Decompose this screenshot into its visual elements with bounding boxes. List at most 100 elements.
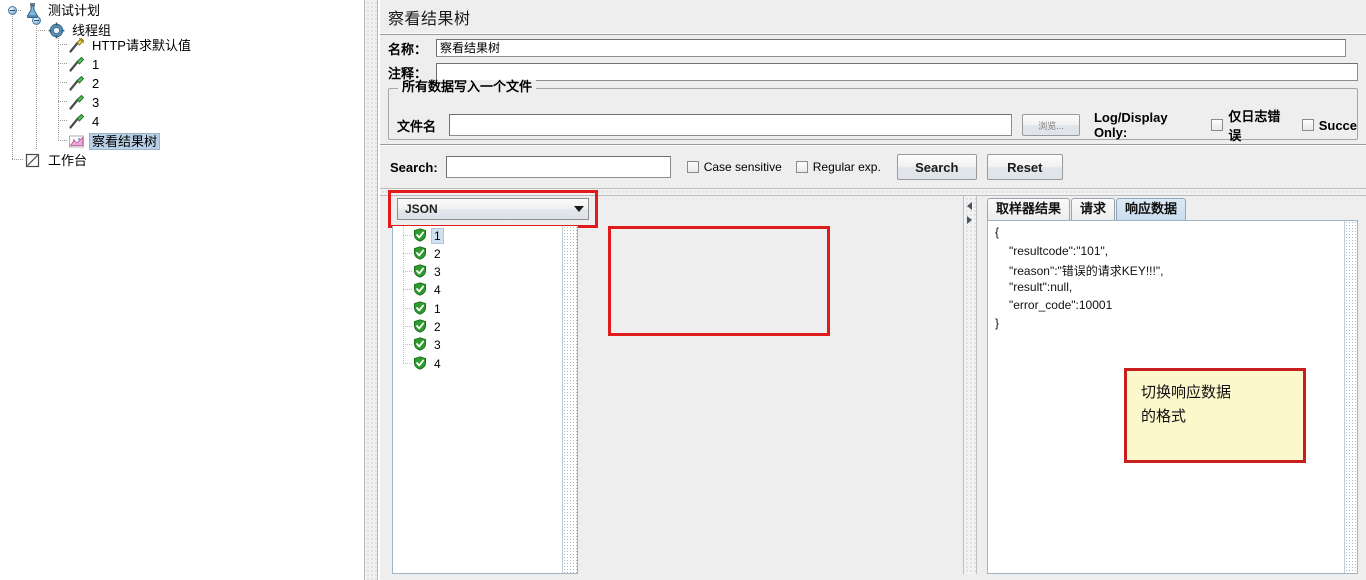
tree-line <box>36 30 46 31</box>
tree-line <box>58 120 68 121</box>
search-row: Search: Case sensitive Regular exp. Sear… <box>390 154 1063 180</box>
jmeter-window: 测试计划 线程组 HTTP请求默认值 1 2 3 4 察看结果树 工作台 察看结… <box>0 0 1366 580</box>
result-item[interactable]: 1 <box>413 300 444 318</box>
success-shield-icon <box>413 227 427 245</box>
tree-line <box>12 159 24 160</box>
result-item-label: 4 <box>434 357 441 371</box>
result-item-label: 2 <box>434 320 441 334</box>
response-scrollbar[interactable] <box>1344 221 1357 573</box>
divider-texture <box>365 0 377 580</box>
tree-node-workbench[interactable]: 工作台 <box>24 150 90 170</box>
tree-node-label: HTTP请求默认值 <box>92 37 191 53</box>
workbench-icon <box>24 152 41 169</box>
success-checkbox-wrap[interactable]: Succe <box>1301 117 1358 133</box>
result-item-label: 4 <box>434 283 441 297</box>
tree-line <box>58 82 68 83</box>
results-tree-line <box>403 344 413 345</box>
search-results-split-divider[interactable] <box>380 188 1366 196</box>
result-item-label: 1 <box>431 228 444 244</box>
results-tree-line <box>403 289 413 290</box>
reset-button[interactable]: Reset <box>986 154 1063 180</box>
write-all-data-groupbox: 所有数据写入一个文件 文件名 浏览... Log/Display Only: 仅… <box>388 80 1358 143</box>
split-collapse-right-icon[interactable] <box>967 216 972 224</box>
tree-node-label: 1 <box>92 56 100 72</box>
success-shield-icon <box>413 318 427 336</box>
errors-only-label: 仅日志错误 <box>1228 109 1281 143</box>
result-item[interactable]: 1 <box>413 227 444 245</box>
success-label: Succe <box>1318 117 1358 133</box>
tree-line <box>58 101 68 102</box>
browse-button[interactable]: 浏览... <box>1022 114 1080 136</box>
result-item[interactable]: 4 <box>413 281 444 299</box>
comment-input[interactable] <box>436 63 1358 81</box>
success-checkbox[interactable] <box>1301 119 1314 131</box>
split-collapse-left-icon[interactable] <box>967 202 972 210</box>
chevron-down-icon[interactable] <box>570 199 588 219</box>
annotation-line-1: 切换响应数据 <box>1141 384 1232 401</box>
annotation-note: 切换响应数据 的格式 <box>1124 368 1306 463</box>
filename-input[interactable] <box>448 114 1013 136</box>
regular-exp-checkbox-wrap[interactable]: Regular exp. <box>795 160 881 174</box>
annotation-line-2: 的格式 <box>1141 408 1187 425</box>
tree-node-http-defaults[interactable]: HTTP请求默认值 <box>68 35 194 55</box>
tree-node-sampler-2[interactable]: 2 <box>68 73 102 93</box>
tree-node-view-results-tree[interactable]: 察看结果树 <box>68 131 161 151</box>
errors-only-checkbox[interactable] <box>1211 119 1224 131</box>
tree-node-sampler-4[interactable]: 4 <box>68 111 102 131</box>
result-item-label: 2 <box>434 247 441 261</box>
tree-line <box>58 140 68 141</box>
tree-node-test-plan[interactable]: 测试计划 <box>24 0 103 20</box>
result-item[interactable]: 3 <box>413 263 444 281</box>
regular-exp-label: Regular exp. <box>812 160 881 174</box>
tree-node-label: 3 <box>92 94 100 110</box>
detail-tabs[interactable]: 取样器结果 请求 响应数据 <box>987 198 1187 220</box>
case-sensitive-checkbox[interactable] <box>686 161 699 173</box>
gear-icon <box>48 22 65 39</box>
divider-texture <box>964 196 976 574</box>
result-item[interactable]: 3 <box>413 336 444 354</box>
sampler-icon <box>68 56 85 73</box>
tab-request[interactable]: 请求 <box>1071 198 1116 220</box>
tree-node-label: 工作台 <box>48 152 88 168</box>
main-split-divider[interactable] <box>364 0 378 580</box>
tree-line <box>36 20 37 150</box>
tree-expand-handle-testplan[interactable] <box>7 5 18 16</box>
results-detail-split-divider[interactable] <box>963 196 977 574</box>
filename-label: 文件名 <box>397 118 437 134</box>
tab-response-data[interactable]: 响应数据 <box>1116 198 1187 220</box>
name-label: 名称： <box>388 41 428 57</box>
result-item[interactable]: 2 <box>413 245 444 263</box>
result-item[interactable]: 2 <box>413 318 444 336</box>
search-input[interactable] <box>445 156 671 178</box>
success-shield-icon <box>413 355 427 373</box>
results-tree-line <box>403 326 413 327</box>
results-tree-line <box>403 363 413 364</box>
test-plan-tree-panel[interactable]: 测试计划 线程组 HTTP请求默认值 1 2 3 4 察看结果树 工作台 <box>0 0 364 580</box>
results-list-scrollbar[interactable] <box>562 226 577 573</box>
search-button[interactable]: Search <box>896 154 977 180</box>
regular-exp-checkbox[interactable] <box>795 161 808 173</box>
tree-node-sampler-1[interactable]: 1 <box>68 54 102 74</box>
http-defaults-icon <box>68 37 85 54</box>
response-line: "error_code":10001 <box>1009 298 1113 312</box>
view-results-tree-panel: 察看结果树 名称： 注释： 所有数据写入一个文件 文件名 浏览... Log/D… <box>380 0 1366 580</box>
tab-sampler-result[interactable]: 取样器结果 <box>987 198 1071 220</box>
tree-node-sampler-3[interactable]: 3 <box>68 92 102 112</box>
result-item[interactable]: 4 <box>413 355 444 373</box>
response-line: "resultcode":"101", <box>1009 244 1109 258</box>
results-list[interactable]: 1 2 3 4 1 2 3 4 <box>392 226 578 574</box>
response-line: "result":null, <box>1009 280 1073 294</box>
errors-only-checkbox-wrap[interactable]: 仅日志错误 <box>1211 106 1289 144</box>
page-title: 察看结果树 <box>388 11 471 28</box>
case-sensitive-checkbox-wrap[interactable]: Case sensitive <box>686 160 782 174</box>
tree-node-label: 4 <box>92 113 100 129</box>
filename-row: 文件名 浏览... Log/Display Only: 仅日志错误 Succe <box>397 106 1357 144</box>
success-shield-icon <box>413 245 427 263</box>
name-input[interactable] <box>436 39 1346 57</box>
success-shield-icon <box>413 336 427 354</box>
sampler-icon <box>68 94 85 111</box>
tree-line <box>58 44 68 45</box>
sampler-icon <box>68 75 85 92</box>
renderer-select[interactable]: JSON <box>397 198 589 220</box>
response-line: "reason":"错误的请求KEY!!!", <box>1009 264 1164 278</box>
